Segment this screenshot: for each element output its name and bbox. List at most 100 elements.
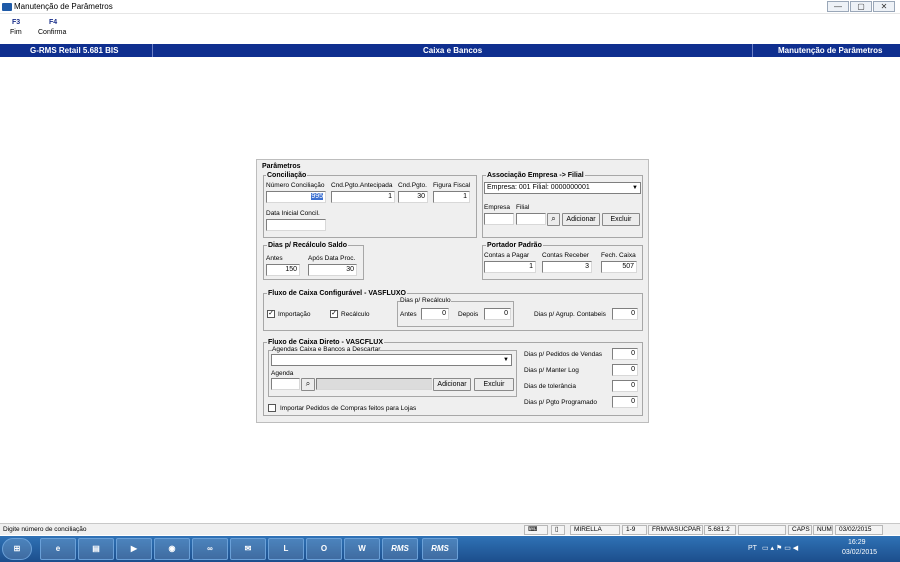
rms-taskbar-icon[interactable]: RMS <box>422 538 458 560</box>
status-bar: Digite número de conciliação ⌨ ▯ MIRELLA… <box>0 523 900 535</box>
band-divider <box>752 44 753 57</box>
dias-pedidos-label: Dias p/ Pedidos de Vendas <box>524 351 603 358</box>
dias-recalculo-title: Dias p/ Recálculo Saldo <box>267 242 348 249</box>
lync-taskbar-icon[interactable]: L <box>268 538 304 560</box>
language-indicator[interactable]: PT <box>748 545 757 552</box>
empresa-label: Empresa <box>484 204 511 211</box>
empresa-filial-select[interactable]: Empresa: 001 Filial: 0000000001 ▼ <box>484 182 641 194</box>
f4-action-label: Confirma <box>38 29 67 36</box>
dias-tolerancia-input[interactable]: 0 <box>612 380 638 392</box>
fluxo-direto-title: Fluxo de Caixa Direto - VASCFLUX <box>267 339 384 346</box>
figura-fiscal-input[interactable]: 1 <box>433 191 470 203</box>
fluxo-excluir-button[interactable]: Excluir <box>474 378 514 391</box>
recalculo-checkbox[interactable]: ✓ <box>330 310 338 318</box>
status-num: NUM <box>813 525 833 535</box>
chevron-down-icon: ▼ <box>503 357 509 363</box>
media-taskbar-icon[interactable]: ▶ <box>116 538 152 560</box>
parametros-panel: Parâmetros Conciliação Número Conciliaçã… <box>256 159 649 423</box>
status-program: FRMVASUCPAR <box>648 525 703 535</box>
taskbar: ⊞ e ▤ ▶ ◉ ∞ ✉ L O W RMS RMS PT ▭ ▴ ⚑ ▭ ◀… <box>0 536 900 562</box>
recalculo-antes-input[interactable]: 150 <box>266 264 300 276</box>
keyboard-icon: ⌨ <box>524 525 548 535</box>
clock-time[interactable]: 16:29 <box>848 539 866 546</box>
empresa-input[interactable] <box>484 213 514 225</box>
chrome-taskbar-icon[interactable]: ◉ <box>154 538 190 560</box>
agenda-input[interactable] <box>271 378 300 390</box>
app-icon <box>2 3 12 11</box>
f4-confirma-button[interactable]: F4 Confirma <box>38 19 89 36</box>
status-user: MIRELLA <box>570 525 620 535</box>
agenda-description-field <box>316 378 432 390</box>
app-taskbar-icon[interactable]: ∞ <box>192 538 228 560</box>
status-range: 1-9 <box>622 525 647 535</box>
importar-pedidos-checkbox[interactable] <box>268 404 276 412</box>
parametros-title: Parâmetros <box>261 163 302 170</box>
maximize-button[interactable]: ▢ <box>850 1 872 12</box>
fluxo-depois-label: Depois <box>458 311 479 318</box>
contas-receber-input[interactable]: 3 <box>542 261 592 273</box>
window-titlebar: Manutenção de Parâmetros — ▢ ✕ <box>0 0 900 14</box>
close-button[interactable]: ✕ <box>873 1 895 12</box>
data-inicial-label: Data Inicial Concil. <box>266 210 320 217</box>
ie-taskbar-icon[interactable]: e <box>40 538 76 560</box>
chevron-down-icon: ▼ <box>632 185 638 191</box>
fech-caixa-label: Fech. Caixa <box>601 252 636 259</box>
rms-taskbar-icon[interactable]: RMS <box>382 538 418 560</box>
tray-icons[interactable]: ▭ ▴ ⚑ ▭ ◀ <box>762 544 798 552</box>
word-taskbar-icon[interactable]: W <box>344 538 380 560</box>
recalculo-apos-input[interactable]: 30 <box>308 264 357 276</box>
associacao-excluir-button[interactable]: Excluir <box>602 213 640 226</box>
associacao-adicionar-button[interactable]: Adicionar <box>562 213 600 226</box>
document-icon: ▯ <box>551 525 565 535</box>
status-version: 5.681.2 <box>704 525 736 535</box>
data-inicial-input[interactable] <box>266 219 326 231</box>
module-name: Caixa e Bancos <box>423 46 483 55</box>
dias-pedidos-input[interactable]: 0 <box>612 348 638 360</box>
contas-pagar-input[interactable]: 1 <box>484 261 536 273</box>
importar-pedidos-label: Importar Pedidos de Compras feitos para … <box>280 405 417 412</box>
outlook-taskbar-icon[interactable]: O <box>306 538 342 560</box>
screen-name: Manutenção de Parâmetros <box>778 46 883 55</box>
system-name: G-RMS Retail 5.681 BIS <box>30 46 119 55</box>
importacao-label: Importação <box>278 311 311 318</box>
filial-input[interactable] <box>516 213 546 225</box>
dias-log-label: Dias p/ Manter Log <box>524 367 579 374</box>
cnd-antecipada-label: Cnd.Pgto.Antecipada <box>331 182 393 189</box>
agrup-contabeis-input[interactable]: 0 <box>612 308 638 320</box>
clock-date[interactable]: 03/02/2015 <box>842 549 877 556</box>
fluxo-adicionar-button[interactable]: Adicionar <box>433 378 471 391</box>
numero-conciliacao-value: 995 <box>311 193 323 200</box>
minimize-button[interactable]: — <box>827 1 849 12</box>
dias-pgto-input[interactable]: 0 <box>612 396 638 408</box>
agenda-label: Agenda <box>271 370 294 377</box>
fluxo-antes-input[interactable]: 0 <box>421 308 449 320</box>
binoculars-search-icon[interactable]: ⌕ <box>301 378 315 391</box>
agendas-title: Agendas Caixa e Bancos a Descartar <box>272 346 381 353</box>
dias-pgto-label: Dias p/ Pgto Programado <box>524 399 597 406</box>
conciliacao-title: Conciliação <box>266 172 308 179</box>
f3-key-label: F3 <box>12 19 21 26</box>
cnd-antecipada-input[interactable]: 1 <box>331 191 395 203</box>
fluxo-config-title: Fluxo de Caixa Configurável - VASFLUXO <box>267 290 407 297</box>
cnd-pgto-input[interactable]: 30 <box>398 191 428 203</box>
figura-fiscal-label: Figura Fiscal <box>433 182 471 189</box>
status-caps: CAPS <box>788 525 812 535</box>
start-button[interactable]: ⊞ <box>2 538 32 560</box>
contas-pagar-label: Contas a Pagar <box>484 252 530 259</box>
binoculars-search-icon[interactable]: ⌕ <box>547 213 560 226</box>
fech-caixa-input[interactable]: 507 <box>601 261 637 273</box>
f4-key-label: F4 <box>49 19 58 26</box>
importacao-checkbox[interactable]: ✓ <box>267 310 275 318</box>
mail-taskbar-icon[interactable]: ✉ <box>230 538 266 560</box>
explorer-taskbar-icon[interactable]: ▤ <box>78 538 114 560</box>
status-date: 03/02/2015 <box>835 525 883 535</box>
fluxo-depois-input[interactable]: 0 <box>484 308 511 320</box>
contas-receber-label: Contas Receber <box>542 252 589 259</box>
numero-conciliacao-label: Número Conciliação <box>266 182 325 189</box>
filial-label: Filial <box>516 204 530 211</box>
dias-log-input[interactable]: 0 <box>612 364 638 376</box>
portador-title: Portador Padrão <box>486 242 543 249</box>
numero-conciliacao-input[interactable]: 995 <box>266 191 326 203</box>
header-band: G-RMS Retail 5.681 BIS Caixa e Bancos Ma… <box>0 44 900 57</box>
agendas-select[interactable]: ▼ <box>271 354 512 366</box>
